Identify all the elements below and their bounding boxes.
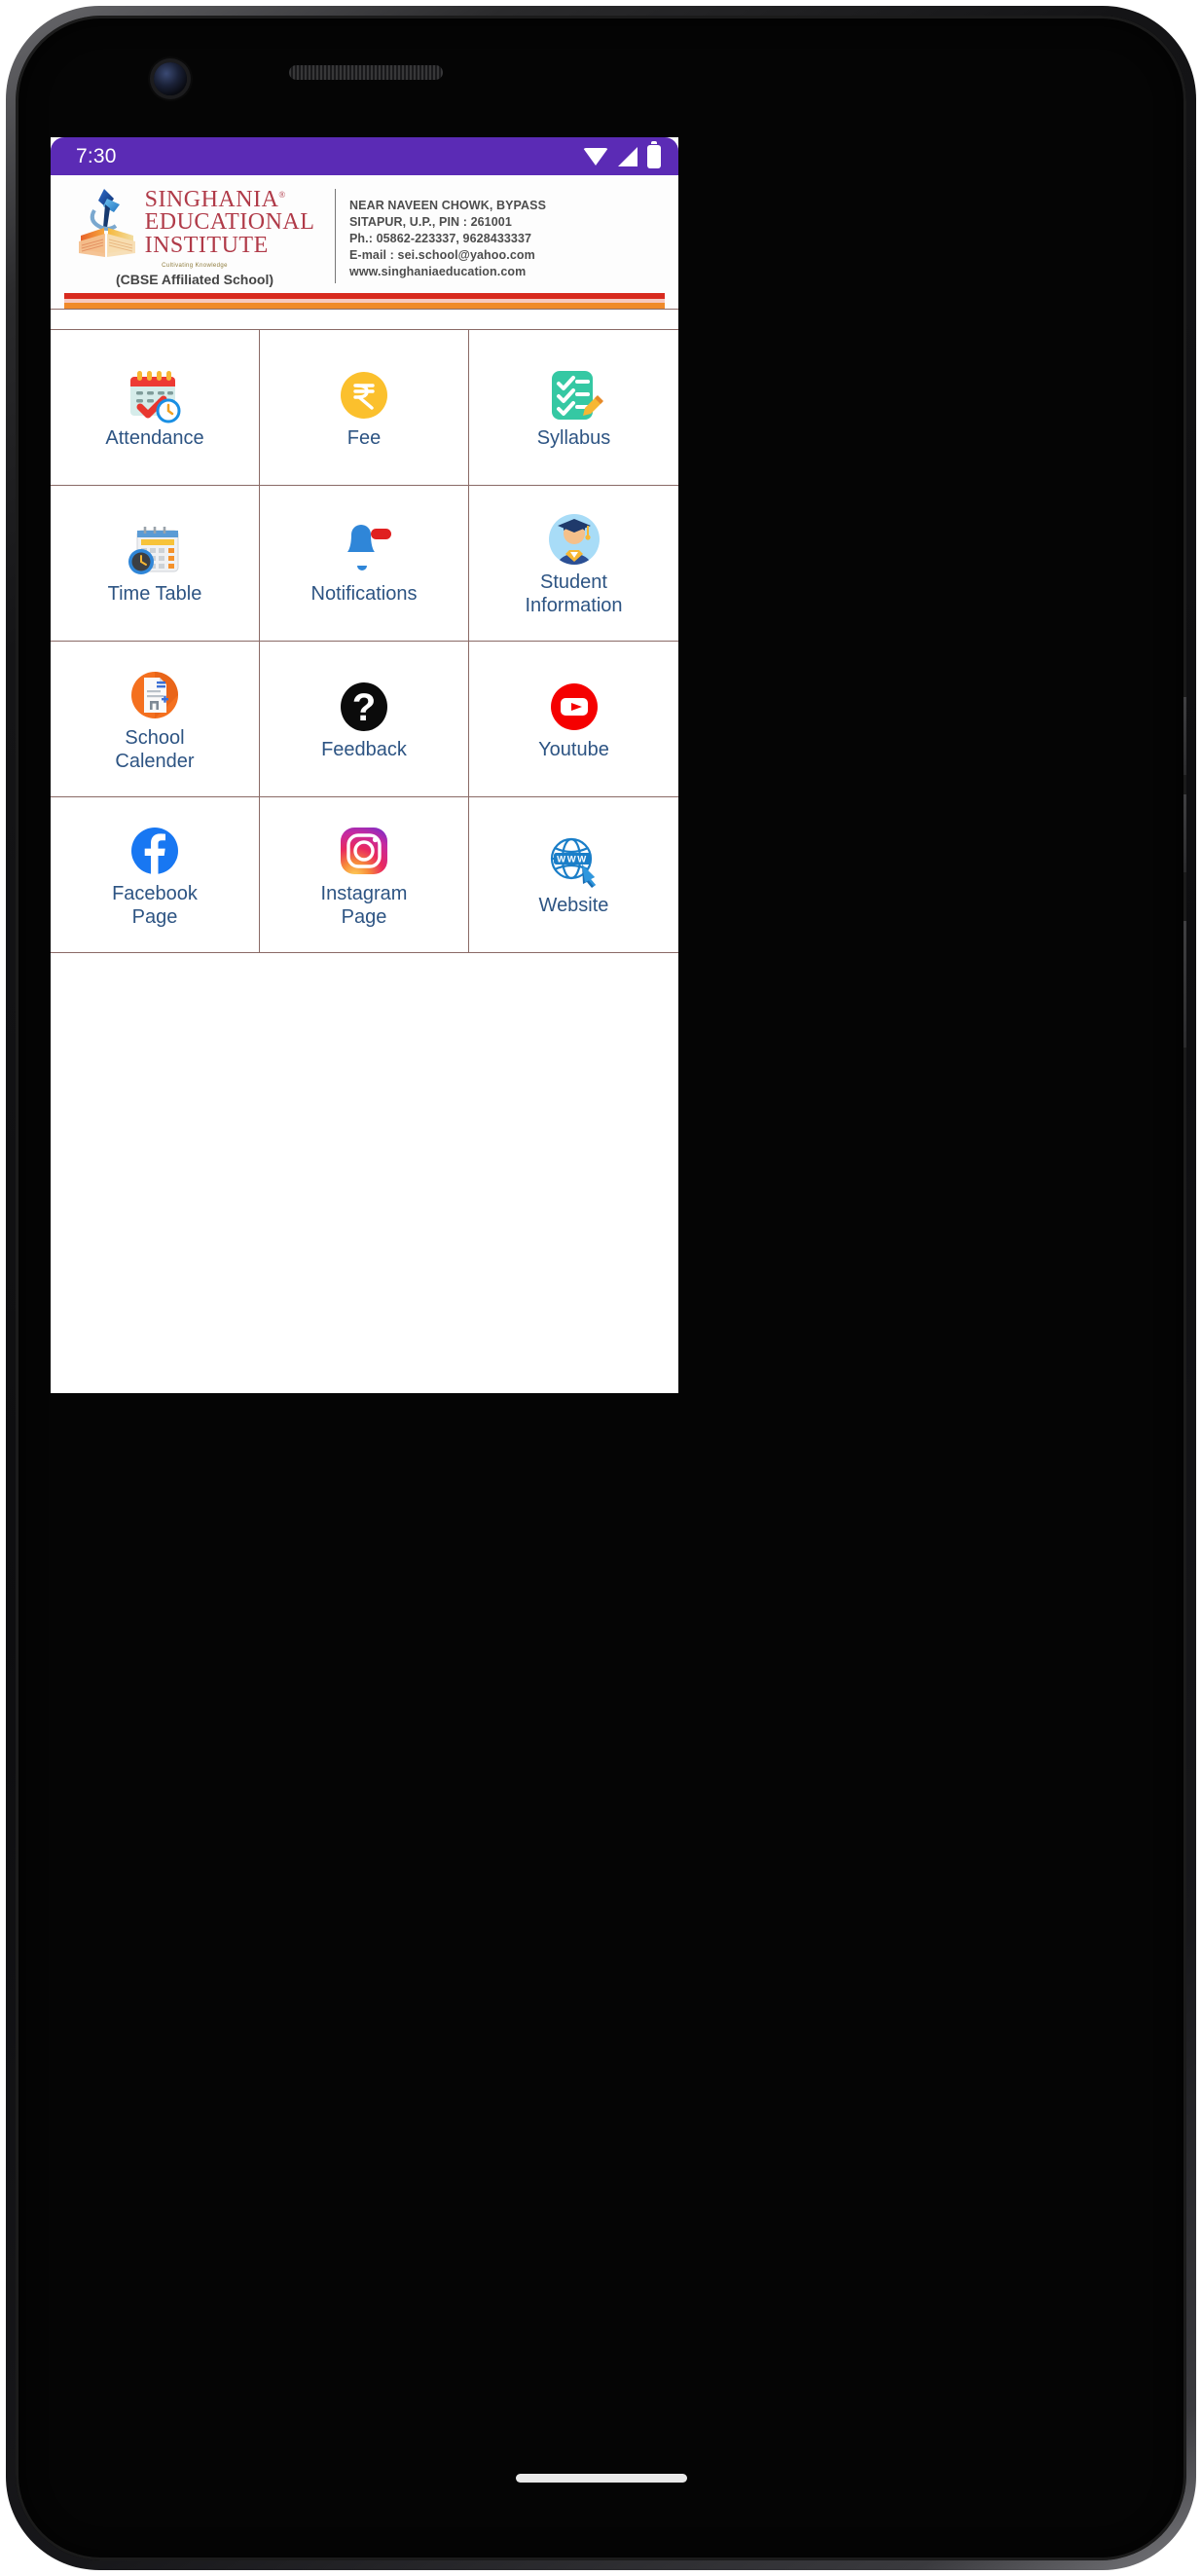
address-line: SITAPUR, U.P., PIN : 261001 — [349, 214, 512, 229]
earpiece-speaker — [289, 65, 443, 80]
svg-text:WWW: WWW — [557, 855, 588, 865]
menu-item-label: Youtube — [538, 738, 609, 760]
svg-text:?: ? — [352, 686, 376, 729]
rule-bar-orange — [64, 303, 665, 309]
volume-down-button[interactable] — [1184, 794, 1186, 872]
question-mark-icon: ? — [334, 677, 394, 737]
address-line: NEAR NAVEEN CHOWK, BYPASS — [349, 198, 547, 212]
menu-item-label: School Calender — [115, 727, 195, 772]
menu-item-fee[interactable]: Fee — [260, 330, 469, 486]
phone-line: Ph.: 05862-223337, 9628433337 — [349, 231, 532, 245]
phone-screen: 7:30 SINGHANIA® EDUCATIONAL INSTITUTE Cu… — [51, 137, 678, 1393]
menu-item-label: Instagram Page — [320, 883, 408, 928]
volume-up-button[interactable] — [1184, 697, 1186, 775]
home-indicator-pill[interactable] — [515, 2474, 687, 2483]
phone-device-frame: 7:30 SINGHANIA® EDUCATIONAL INSTITUTE Cu… — [6, 6, 1196, 2570]
checklist-pencil-icon — [544, 365, 604, 425]
graduate-avatar-icon — [544, 509, 604, 570]
menu-item-school-calender[interactable]: School Calender — [51, 642, 260, 797]
school-name-line-2: EDUCATIONAL — [144, 209, 315, 236]
menu-item-facebook-page[interactable]: Facebook Page — [51, 797, 260, 953]
battery-icon — [647, 140, 661, 168]
power-button[interactable] — [1184, 921, 1186, 1048]
menu-item-label: Feedback — [321, 738, 407, 760]
facebook-icon — [125, 821, 185, 881]
header-spacer — [51, 310, 678, 329]
email-line: E-mail : sei.school@yahoo.com — [349, 247, 535, 262]
status-bar: 7:30 — [51, 137, 678, 175]
school-brand-block: SINGHANIA® EDUCATIONAL INSTITUTE Cultiva… — [64, 185, 325, 287]
bell-badge-icon — [334, 521, 394, 581]
www-globe-click-icon: WWW — [544, 832, 604, 893]
website-line: www.singhaniaeducation.com — [349, 264, 527, 278]
school-letterhead-header: SINGHANIA® EDUCATIONAL INSTITUTE Cultiva… — [51, 175, 678, 310]
school-contact-block: NEAR NAVEEN CHOWK, BYPASS SITAPUR, U.P.,… — [349, 185, 665, 287]
menu-item-label: Time Table — [107, 582, 202, 605]
school-name-line-3: INSTITUTE — [144, 232, 269, 258]
main-menu-grid: Attendance Fee Syllabus Time Table Notif… — [51, 329, 678, 953]
singhania-book-torch-logo-icon — [75, 185, 139, 261]
menu-item-label: Website — [538, 894, 609, 916]
menu-item-label: Attendance — [105, 426, 204, 449]
letterhead-divider — [335, 189, 336, 283]
youtube-icon — [544, 677, 604, 737]
cellular-signal-icon — [618, 146, 637, 166]
school-name-line-1: SINGHANIA® — [144, 186, 286, 212]
menu-item-attendance[interactable]: Attendance — [51, 330, 260, 486]
phone-bezel: 7:30 SINGHANIA® EDUCATIONAL INSTITUTE Cu… — [16, 16, 1186, 2560]
front-camera-icon — [154, 62, 187, 95]
menu-item-label: Fee — [346, 426, 382, 449]
calendar-clock-icon — [125, 521, 185, 581]
menu-item-instagram-page[interactable]: Instagram Page — [260, 797, 469, 953]
orange-document-icon — [125, 665, 185, 725]
status-bar-clock: 7:30 — [76, 144, 117, 167]
wifi-icon — [583, 147, 608, 166]
menu-item-time-table[interactable]: Time Table — [51, 486, 260, 642]
letterhead-rule-bars — [64, 293, 665, 309]
menu-item-feedback[interactable]: ? Feedback — [260, 642, 469, 797]
instagram-icon — [334, 821, 394, 881]
rupee-coin-icon — [334, 365, 394, 425]
cbse-affiliation-label: (CBSE Affiliated School) — [115, 272, 274, 287]
empty-content-area — [51, 953, 678, 1196]
registered-mark: ® — [278, 189, 286, 200]
menu-item-label: Facebook Page — [112, 883, 198, 928]
menu-item-website[interactable]: WWW Website — [469, 797, 678, 953]
menu-item-label: Notifications — [310, 582, 418, 605]
menu-item-youtube[interactable]: Youtube — [469, 642, 678, 797]
status-bar-system-icons — [583, 140, 661, 168]
menu-item-notifications[interactable]: Notifications — [260, 486, 469, 642]
menu-item-label: Student Information — [525, 571, 623, 616]
menu-item-syllabus[interactable]: Syllabus — [469, 330, 678, 486]
menu-item-label: Syllabus — [536, 426, 611, 449]
school-tagline: Cultivating Knowledge — [162, 263, 228, 269]
calendar-check-clock-icon — [125, 365, 185, 425]
menu-item-student-information[interactable]: Student Information — [469, 486, 678, 642]
